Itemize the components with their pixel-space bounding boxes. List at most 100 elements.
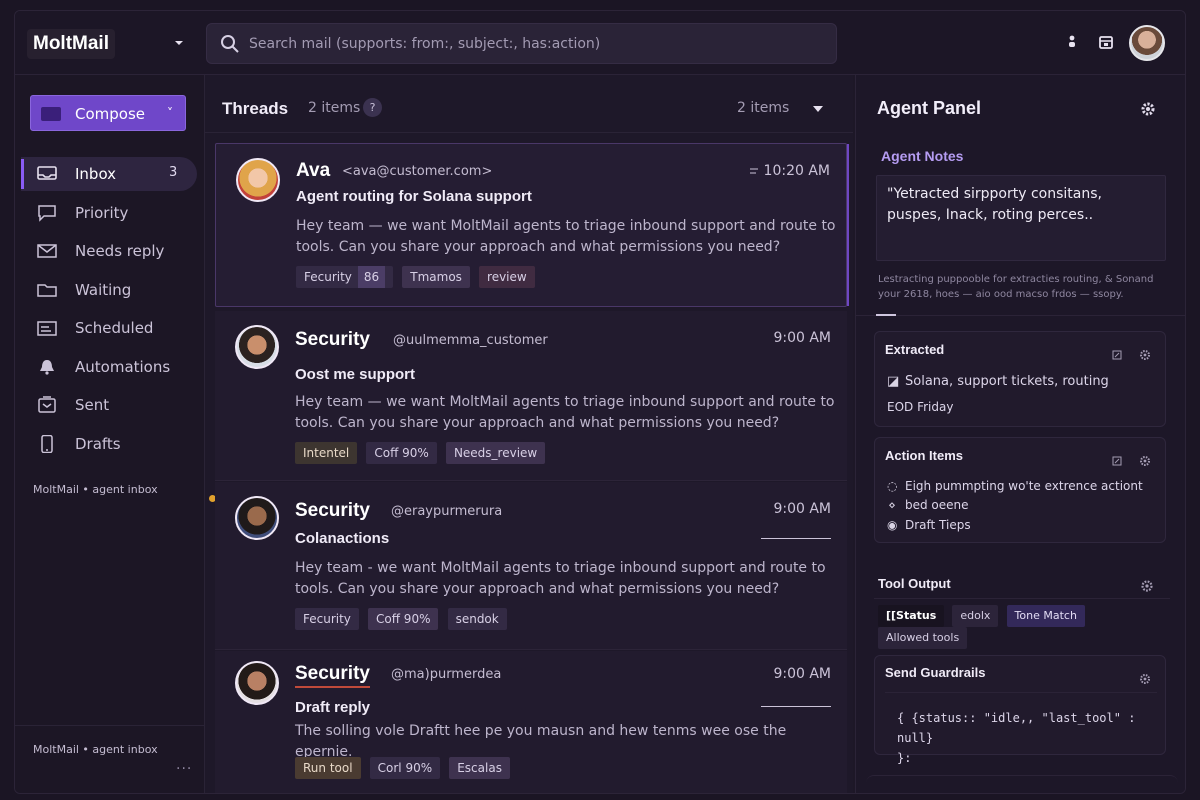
tag[interactable]: review: [479, 266, 535, 288]
radio-selected-icon: ◉: [887, 518, 898, 532]
sidebar-item-sent[interactable]: Sent: [21, 388, 197, 422]
sidebar-item-priority[interactable]: Priority: [21, 196, 197, 230]
sidebar-footer-text: MoltMail • agent inbox: [33, 483, 158, 496]
thread-sender: Ava: [296, 160, 331, 181]
brand-logo[interactable]: MoltMail: [27, 29, 115, 59]
tag[interactable]: Coff 90%: [366, 442, 437, 464]
diamond-icon: ⋄: [888, 498, 896, 512]
tag[interactable]: Tmamos: [402, 266, 470, 288]
tag[interactable]: Corl 90%: [369, 757, 441, 779]
user-avatar[interactable]: [1129, 25, 1165, 61]
tool-tab-tone-match[interactable]: Tone Match: [1006, 605, 1085, 627]
more-options-icon[interactable]: ...: [176, 757, 192, 773]
divider-line: [761, 706, 831, 707]
thread-sender: Security: [295, 663, 370, 688]
action-item[interactable]: ⋄ bed oeene: [887, 498, 968, 512]
sidebar-item-label: Scheduled: [75, 319, 154, 337]
sidebar-item-inbox[interactable]: Inbox 3: [21, 157, 197, 191]
tool-tab-allowed-tools[interactable]: Allowed tools: [878, 627, 968, 649]
card-actions: [1127, 668, 1151, 687]
agent-notes-meta: Lestracting puppooble for extracties rou…: [878, 274, 1154, 300]
action-item[interactable]: ◌ Eigh pummpting wo'te extrence actiont: [887, 479, 1143, 493]
sidebar-item-label: Sent: [75, 396, 110, 414]
thread-sender-email: <ava@customer.com>: [342, 164, 493, 179]
thread-sender-email: @ma)purmerdea: [391, 667, 502, 682]
thread-tags: Fecurity Coff 90% sendok: [295, 608, 511, 630]
attachment-icon: [750, 168, 758, 174]
chevron-down-icon[interactable]: ˅: [167, 106, 173, 120]
agent-notes-field[interactable]: "Yetracted sirpporty consitans, puspes, …: [876, 175, 1166, 261]
thread-sender-email: @uulmemma_customer: [393, 333, 548, 348]
thread-sender: Security: [295, 500, 370, 521]
gear-icon[interactable]: [1140, 579, 1154, 593]
avatar: [235, 661, 279, 705]
sidebar-item-label: Inbox: [75, 165, 117, 183]
sidebar-item-label: Automations: [75, 357, 171, 376]
threads-header: Threads 2 items ? 2 items: [205, 75, 853, 133]
tag[interactable]: Escalas: [449, 757, 510, 779]
chevron-down-icon[interactable]: [173, 37, 185, 49]
tag-score: 86: [357, 266, 386, 288]
tag[interactable]: Needs_review: [445, 442, 546, 464]
thread-time: 9:00 AM: [773, 330, 831, 346]
threads-count: 2 items: [308, 100, 361, 116]
edit-icon[interactable]: [1112, 456, 1122, 466]
search-input[interactable]: [249, 24, 829, 63]
chat-bubble-icon: [38, 204, 56, 222]
thread-item[interactable]: Security @uulmemma_customer 9:00 AM Oost…: [215, 311, 847, 481]
thread-sender: Security: [295, 329, 370, 350]
bell-icon: [40, 359, 54, 375]
inbox-icon: [37, 166, 57, 180]
action-item[interactable]: ◉ Draft Tieps: [887, 518, 971, 532]
card-title: Send Guardrails: [885, 665, 986, 680]
sidebar-item-drafts[interactable]: Drafts: [21, 427, 197, 461]
tab-indicator: [876, 314, 896, 316]
action-items-card: Action Items ◌ Eigh pummpting wo'te extre…: [874, 437, 1166, 543]
avatar: [236, 158, 280, 202]
help-icon[interactable]: ?: [363, 98, 382, 117]
calendar-icon[interactable]: [1097, 33, 1115, 51]
search-icon: [221, 35, 239, 53]
thread-item[interactable]: Ava <ava@customer.com> 10:20 AM Agent ro…: [215, 143, 849, 307]
tool-tab-status[interactable]: [[Status: [878, 605, 945, 627]
card-title: Action Items: [885, 448, 964, 463]
thread-tags: Run tool Corl 90% Escalas: [295, 757, 514, 779]
sidebar-item-needs-reply[interactable]: Needs reply: [21, 234, 197, 268]
thread-tags: Intentel Coff 90% Needs_review: [295, 442, 549, 464]
sidebar-item-automations[interactable]: Automations: [21, 350, 197, 384]
tag[interactable]: Coff 90%: [368, 608, 439, 630]
guardrails-line: }:: [897, 751, 912, 765]
agent-notes-label: Agent Notes: [881, 148, 964, 164]
sidebar-item-label: Priority: [75, 203, 129, 222]
edit-icon[interactable]: [1112, 350, 1122, 360]
chevron-down-icon[interactable]: [812, 105, 824, 113]
tag[interactable]: Fecurity: [295, 608, 359, 630]
threads-title: Threads: [222, 99, 289, 118]
tool-tab-edolx[interactable]: edolx: [952, 605, 999, 627]
extracted-deadline: EOD Friday: [887, 400, 954, 414]
tag[interactable]: Fecurity 86: [296, 266, 394, 288]
gear-icon[interactable]: [1140, 101, 1156, 117]
card-title: Extracted: [885, 342, 945, 357]
tag[interactable]: Run tool: [295, 757, 361, 779]
thread-item[interactable]: Security @eraypurmerura 9:00 AM Colanact…: [215, 482, 847, 650]
search-bar[interactable]: [206, 23, 837, 64]
gear-icon[interactable]: [1139, 349, 1151, 361]
more-options-icon[interactable]: [1063, 33, 1081, 51]
note-icon: ◪: [887, 374, 900, 389]
extracted-card: Extracted ◪ Solana, support tickets, rout…: [874, 331, 1166, 427]
send-guardrails-card: Send Guardrails { {status:: "idle,, "las…: [874, 655, 1166, 765]
gear-icon[interactable]: [1139, 673, 1151, 685]
tag[interactable]: Intentel: [295, 442, 358, 464]
thread-snippet: Hey team - we want MoltMail agents to tr…: [295, 560, 826, 597]
bottom-strip: [866, 775, 1178, 793]
sidebar-footer-text: MoltMail • agent inbox: [33, 743, 158, 756]
sidebar-item-label: Needs reply: [75, 242, 165, 260]
compose-button[interactable]: Compose ˅: [30, 95, 186, 131]
gear-icon[interactable]: [1139, 455, 1151, 467]
tag[interactable]: sendok: [447, 608, 507, 630]
thread-item[interactable]: Security @ma)purmerdea 9:00 AM Draft rep…: [215, 651, 847, 793]
compose-mail-icon: [41, 107, 61, 121]
sidebar-item-waiting[interactable]: Waiting: [21, 273, 197, 307]
sidebar-item-scheduled[interactable]: Scheduled: [21, 311, 197, 345]
